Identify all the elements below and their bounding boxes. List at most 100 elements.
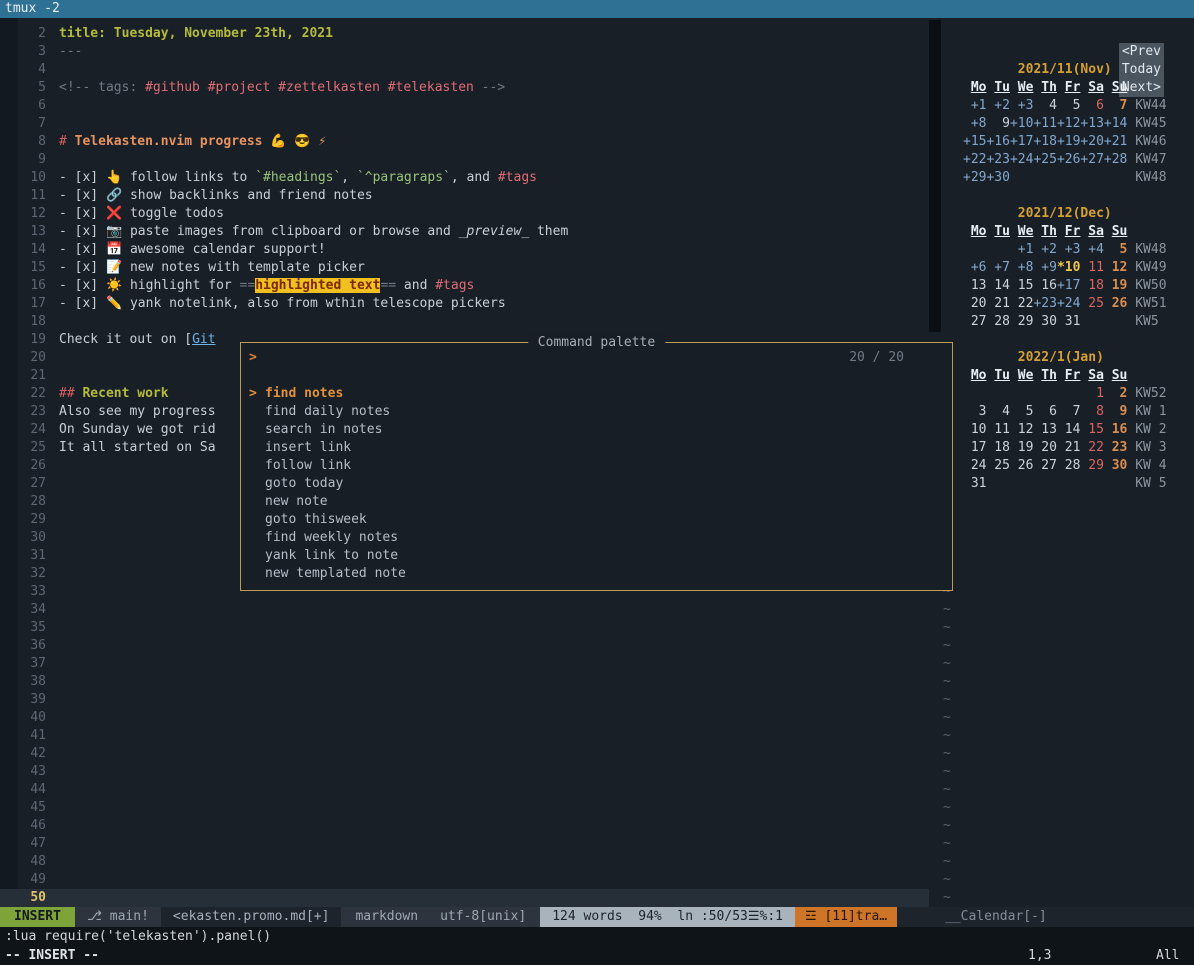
- palette-item[interactable]: new templated note: [241, 565, 952, 583]
- calendar-day[interactable]: +28: [1104, 152, 1127, 167]
- editor-line[interactable]: 12- [x] ❌ toggle todos: [0, 205, 929, 223]
- calendar-today-button[interactable]: Today: [1119, 61, 1164, 79]
- editor-line[interactable]: 44: [0, 781, 929, 799]
- editor-line[interactable]: 35: [0, 619, 929, 637]
- calendar-day[interactable]: 6: [1033, 404, 1056, 419]
- calendar-day[interactable]: [1104, 314, 1127, 329]
- calendar-day[interactable]: 21: [986, 296, 1009, 311]
- calendar-day[interactable]: +2: [1033, 242, 1056, 257]
- calendar-day[interactable]: 6: [1080, 98, 1103, 113]
- editor-line[interactable]: 47: [0, 835, 929, 853]
- calendar-day[interactable]: [986, 386, 1009, 401]
- calendar-day[interactable]: +15: [963, 134, 986, 149]
- calendar-day[interactable]: +29: [963, 170, 986, 185]
- calendar-day[interactable]: [1057, 170, 1080, 185]
- calendar-day[interactable]: 21: [1057, 440, 1080, 455]
- calendar-day[interactable]: 19: [1010, 440, 1033, 455]
- calendar-day[interactable]: 4: [1033, 98, 1056, 113]
- calendar-day[interactable]: [1033, 386, 1056, 401]
- editor-line[interactable]: 16- [x] ☀️ highlight for ==highlighted t…: [0, 277, 929, 295]
- calendar-day[interactable]: 22: [1080, 440, 1103, 455]
- editor-line[interactable]: 3---: [0, 43, 929, 61]
- calendar-day[interactable]: +25: [1033, 152, 1056, 167]
- calendar-day[interactable]: 26: [1010, 458, 1033, 473]
- calendar-day[interactable]: 10: [963, 422, 986, 437]
- editor-line[interactable]: 43: [0, 763, 929, 781]
- calendar-day[interactable]: 28: [986, 314, 1009, 329]
- calendar-day[interactable]: +3: [1010, 98, 1033, 113]
- calendar-day[interactable]: 18: [1080, 278, 1103, 293]
- editor-line[interactable]: 10- [x] 👆 follow links to `#headings`, `…: [0, 169, 929, 187]
- calendar-day[interactable]: +24: [1010, 152, 1033, 167]
- editor-line[interactable]: 42: [0, 745, 929, 763]
- calendar-day[interactable]: +1: [1010, 242, 1033, 257]
- calendar-day[interactable]: +22: [963, 152, 986, 167]
- calendar-day[interactable]: 11: [1080, 260, 1103, 275]
- calendar-day[interactable]: +13: [1080, 116, 1103, 131]
- calendar-day[interactable]: 5: [1057, 98, 1080, 113]
- editor-line[interactable]: 11- [x] 🔗 show backlinks and friend note…: [0, 187, 929, 205]
- calendar-day[interactable]: +11: [1033, 116, 1056, 131]
- calendar-day[interactable]: 7: [1057, 404, 1080, 419]
- calendar-day[interactable]: 7: [1104, 98, 1127, 113]
- calendar-day[interactable]: 29: [1010, 314, 1033, 329]
- calendar-day[interactable]: [1033, 170, 1056, 185]
- calendar-day[interactable]: +17: [1010, 134, 1033, 149]
- palette-item[interactable]: >find notes: [241, 385, 952, 403]
- calendar-day[interactable]: +10: [1010, 116, 1033, 131]
- calendar-day[interactable]: +9: [1033, 260, 1056, 275]
- calendar-day[interactable]: +19: [1057, 134, 1080, 149]
- calendar-day[interactable]: 30: [1033, 314, 1056, 329]
- command-line[interactable]: :lua require('telekasten').panel(): [0, 927, 1194, 946]
- calendar-prev-button[interactable]: <Prev: [1119, 43, 1164, 61]
- calendar-day[interactable]: 1: [1080, 386, 1103, 401]
- editor-line[interactable]: 7: [0, 115, 929, 133]
- calendar-day[interactable]: [1033, 476, 1056, 491]
- editor-line[interactable]: 9: [0, 151, 929, 169]
- calendar-day[interactable]: 12: [1104, 260, 1127, 275]
- palette-item[interactable]: new note: [241, 493, 952, 511]
- calendar-day[interactable]: +16: [986, 134, 1009, 149]
- editor-line[interactable]: 34: [0, 601, 929, 619]
- editor-line[interactable]: 8# Telekasten.nvim progress 💪 😎 ⚡: [0, 133, 929, 151]
- calendar-day[interactable]: 22: [1010, 296, 1033, 311]
- calendar-day[interactable]: [1057, 476, 1080, 491]
- editor-line[interactable]: 13- [x] 📷 paste images from clipboard or…: [0, 223, 929, 241]
- palette-item[interactable]: follow link: [241, 457, 952, 475]
- calendar-day[interactable]: 29: [1080, 458, 1103, 473]
- calendar-day[interactable]: 2: [1104, 386, 1127, 401]
- palette-item[interactable]: find weekly notes: [241, 529, 952, 547]
- palette-item[interactable]: goto thisweek: [241, 511, 952, 529]
- calendar-day[interactable]: +27: [1080, 152, 1103, 167]
- calendar-day[interactable]: +18: [1033, 134, 1056, 149]
- calendar-day[interactable]: *10: [1057, 260, 1080, 275]
- calendar-day[interactable]: 14: [1057, 422, 1080, 437]
- palette-item[interactable]: find daily notes: [241, 403, 952, 421]
- calendar-day[interactable]: +12: [1057, 116, 1080, 131]
- editor-line[interactable]: 45: [0, 799, 929, 817]
- editor-line[interactable]: 37: [0, 655, 929, 673]
- calendar-day[interactable]: +8: [963, 116, 986, 131]
- calendar-day[interactable]: [1057, 386, 1080, 401]
- calendar-day[interactable]: +1: [963, 98, 986, 113]
- calendar-day[interactable]: [1010, 170, 1033, 185]
- calendar-day[interactable]: +23: [986, 152, 1009, 167]
- calendar-day[interactable]: 16: [1033, 278, 1056, 293]
- calendar-day[interactable]: 12: [1010, 422, 1033, 437]
- calendar-day[interactable]: 8: [1080, 404, 1103, 419]
- editor-line[interactable]: 38: [0, 673, 929, 691]
- editor-line[interactable]: 18: [0, 313, 929, 331]
- calendar-day[interactable]: 5: [1104, 242, 1127, 257]
- editor-line[interactable]: 15- [x] 📝 new notes with template picker: [0, 259, 929, 277]
- calendar-day[interactable]: 14: [986, 278, 1009, 293]
- calendar-day[interactable]: [963, 386, 986, 401]
- calendar-day[interactable]: +6: [963, 260, 986, 275]
- palette-item[interactable]: goto today: [241, 475, 952, 493]
- calendar-day[interactable]: 28: [1057, 458, 1080, 473]
- editor-line[interactable]: 4: [0, 61, 929, 79]
- calendar-day[interactable]: 25: [1080, 296, 1103, 311]
- calendar-day[interactable]: [1104, 170, 1127, 185]
- editor-line[interactable]: 6: [0, 97, 929, 115]
- calendar-day[interactable]: 9: [986, 116, 1009, 131]
- calendar-day[interactable]: 19: [1104, 278, 1127, 293]
